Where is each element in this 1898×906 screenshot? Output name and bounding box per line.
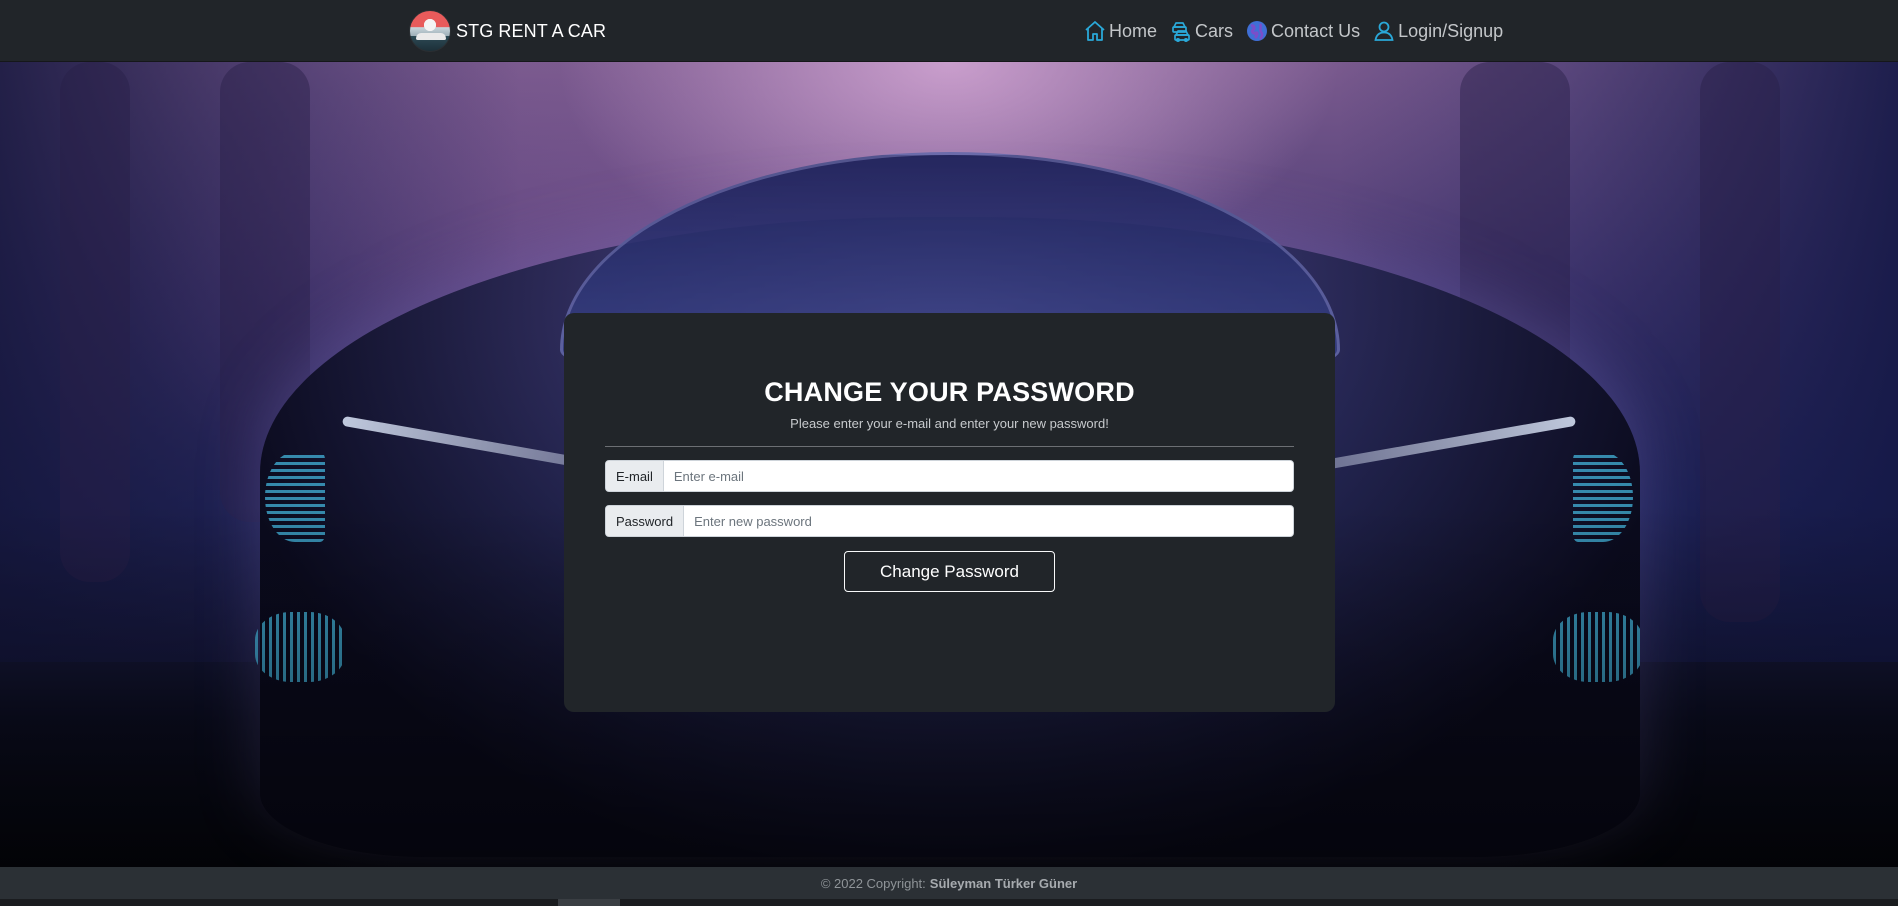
page-title: CHANGE YOUR PASSWORD	[764, 377, 1135, 407]
password-input-group: Password	[605, 505, 1294, 537]
change-password-button[interactable]: Change Password	[844, 551, 1055, 592]
divider	[605, 446, 1294, 447]
email-field[interactable]	[663, 461, 1293, 491]
change-password-card: CHANGE YOUR PASSWORD Please enter your e…	[564, 313, 1335, 712]
brand-logo-car-icon	[409, 10, 451, 52]
nav-item-cars[interactable]: Cars	[1169, 19, 1233, 43]
page-subtitle: Please enter your e-mail and enter your …	[790, 416, 1109, 431]
user-icon	[1374, 21, 1394, 41]
home-icon	[1085, 21, 1105, 41]
footer: © 2022 Copyright: Süleyman Türker Güner	[0, 867, 1898, 899]
nav-label-cars: Cars	[1195, 20, 1234, 41]
nav-item-contact[interactable]: Contact Us	[1245, 19, 1360, 43]
nav-item-home[interactable]: Home	[1083, 19, 1157, 43]
brand-name: STG RENT A CAR	[456, 20, 607, 41]
nav-label-login: Login/Signup	[1398, 20, 1504, 41]
bottom-strip	[0, 899, 1898, 906]
contact-globe-icon	[1247, 21, 1268, 41]
email-input-group: E-mail	[605, 460, 1294, 492]
brand-link[interactable]: STG RENT A CAR	[409, 10, 606, 52]
nav-item-login[interactable]: Login/Signup	[1372, 19, 1503, 43]
password-label: Password	[606, 506, 685, 536]
email-label: E-mail	[606, 461, 664, 491]
footer-copyright: © 2022 Copyright:	[820, 875, 926, 891]
password-field[interactable]	[684, 506, 1293, 536]
footer-author: Süleyman Türker Güner	[929, 875, 1078, 891]
navbar: STG RENT A CAR Home Cars Contact Us Logi…	[0, 0, 1898, 62]
nav-links: Home Cars Contact Us Login/Signup	[1083, 18, 1503, 44]
nav-label-home: Home	[1109, 20, 1158, 41]
nav-label-contact: Contact Us	[1271, 20, 1361, 41]
cars-icon	[1172, 22, 1190, 43]
bottom-scroll-tab	[558, 899, 620, 906]
